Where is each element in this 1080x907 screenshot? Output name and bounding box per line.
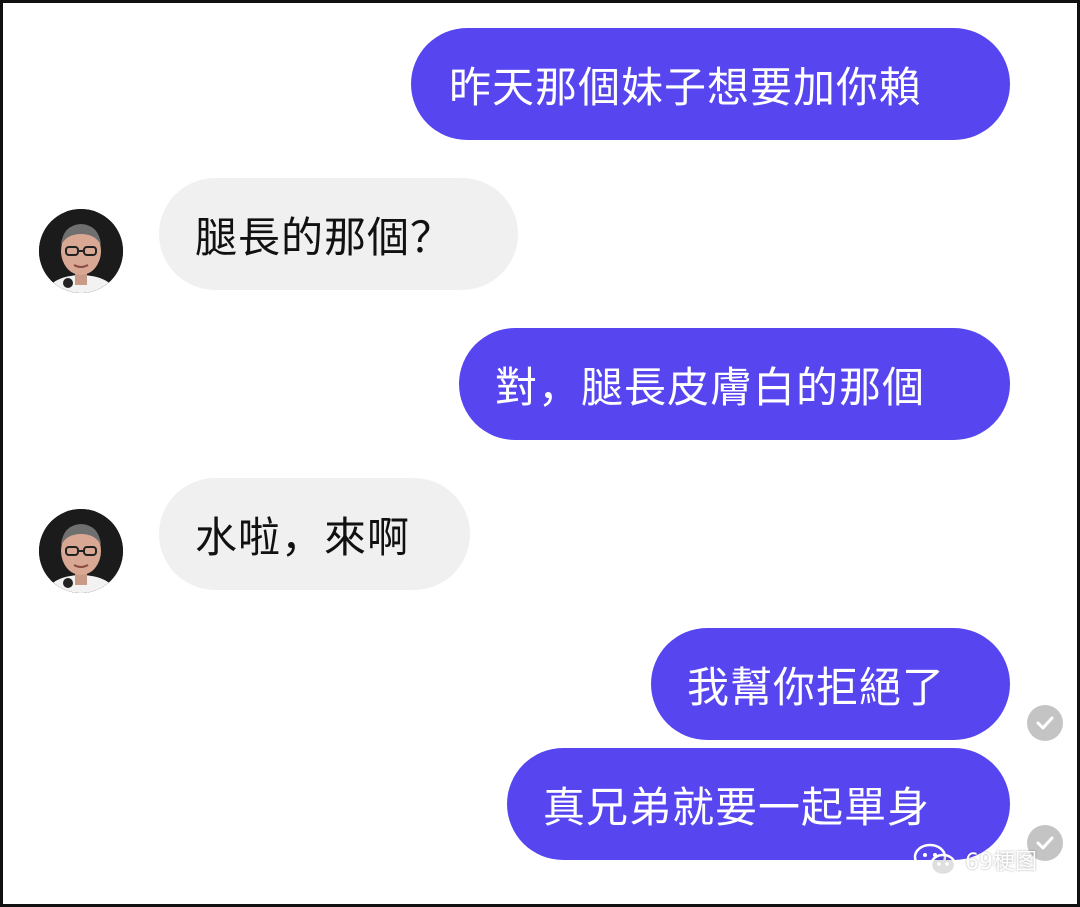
avatar-portrait-icon [39, 209, 123, 293]
message-text: 腿長的那個？ [195, 212, 454, 262]
contact-avatar[interactable] [39, 509, 123, 593]
sent-message-bubble[interactable]: 昨天那個妹子想要加你賴 [411, 28, 1010, 140]
message-text: 水啦，來啊 [195, 512, 411, 562]
received-message-bubble[interactable]: 腿長的那個？ [159, 178, 518, 290]
message-text: 昨天那個妹子想要加你賴 [449, 62, 923, 112]
received-message-bubble[interactable]: 水啦，來啊 [159, 478, 470, 590]
check-icon [1036, 716, 1054, 730]
message-text: 對，腿長皮膚白的那個 [495, 362, 926, 412]
message-text: 我幫你拒絕了 [687, 662, 946, 712]
sent-message-bubble[interactable]: 我幫你拒絕了 [651, 628, 1010, 740]
message-text: 真兄弟就要一起單身 [543, 782, 931, 832]
avatar-portrait-icon [39, 509, 123, 593]
sent-message-bubble[interactable]: 對，腿長皮膚白的那個 [459, 328, 1010, 440]
watermark: 69梗图 [913, 843, 1037, 877]
wechat-icon [913, 843, 957, 877]
read-receipt-check-icon [1027, 705, 1063, 741]
contact-avatar[interactable] [39, 209, 123, 293]
chat-screenshot: 昨天那個妹子想要加你賴 腿長的那個？ 對，腿長皮膚白的那個 水啦，來啊 我幫你拒… [0, 0, 1080, 907]
watermark-text: 69梗图 [965, 850, 1037, 875]
check-icon [1036, 836, 1054, 850]
